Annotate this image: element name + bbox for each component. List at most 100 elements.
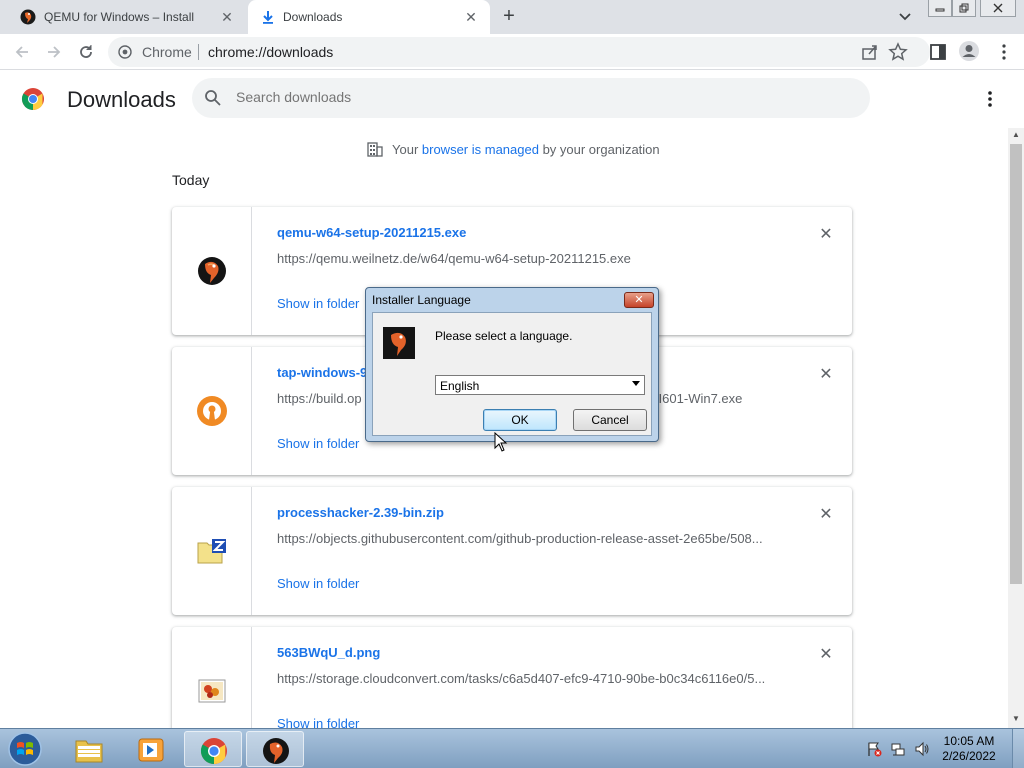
omnibox-url[interactable]: chrome://downloads <box>208 44 333 60</box>
zip-folder-icon <box>197 539 226 564</box>
cancel-button[interactable]: Cancel <box>573 409 647 431</box>
qemu-favicon-icon <box>20 9 36 25</box>
file-icon-column <box>172 627 252 728</box>
tab-qemu[interactable]: QEMU for Windows – Installers ( ✕ <box>0 0 246 34</box>
scrollbar-thumb[interactable] <box>1010 144 1022 584</box>
scroll-down-arrow-icon[interactable]: ▼ <box>1012 714 1020 723</box>
qemu-icon <box>263 738 289 764</box>
clock-date: 2/26/2022 <box>942 749 996 763</box>
show-in-folder-link[interactable]: Show in folder <box>277 716 359 728</box>
show-in-folder-link[interactable]: Show in folder <box>277 436 359 451</box>
minimize-button[interactable] <box>928 0 952 17</box>
managed-prefix: Your <box>392 141 422 157</box>
chrome-icon <box>200 738 227 765</box>
explorer-icon <box>75 740 103 763</box>
download-url-tail: 2-I601-Win7.exe <box>647 391 743 406</box>
clock-time: 10:05 AM <box>943 734 995 748</box>
dialog-title: Installer Language <box>372 293 471 307</box>
search-box[interactable] <box>192 78 870 118</box>
tab-search-chevron-icon[interactable] <box>896 10 914 24</box>
bookmark-star-icon[interactable] <box>888 42 908 62</box>
download-item: 563BWqU_d.png https://storage.cloudconve… <box>172 627 852 728</box>
window-close-button[interactable] <box>980 0 1016 17</box>
tab-title: Downloads <box>283 10 343 24</box>
tab-downloads[interactable]: Downloads ✕ <box>248 0 490 34</box>
page-title: Downloads <box>67 87 176 112</box>
action-center-flag-icon[interactable] <box>866 741 882 757</box>
close-icon <box>993 3 1003 13</box>
download-item: processhacker-2.39-bin.zip https://objec… <box>172 487 852 615</box>
new-tab-button[interactable]: + <box>498 6 520 28</box>
installer-language-dialog: Installer Language ✕ Please select a lan… <box>365 287 659 442</box>
dialog-message: Please select a language. <box>435 329 573 343</box>
show-in-folder-link[interactable]: Show in folder <box>277 296 359 311</box>
tab-close-icon[interactable]: ✕ <box>218 8 236 26</box>
tab-strip: QEMU for Windows – Installers ( ✕ Downlo… <box>0 0 1024 34</box>
tab-close-icon[interactable]: ✕ <box>462 8 480 26</box>
system-clock[interactable]: 10:05 AM 2/26/2022 <box>934 734 1004 764</box>
download-filename-link[interactable]: 563BWqU_d.png <box>277 645 380 660</box>
menu-kebab-icon[interactable] <box>994 42 1014 62</box>
side-panel-icon[interactable] <box>928 42 948 62</box>
qemu-icon <box>198 257 226 285</box>
search-input[interactable] <box>236 89 836 105</box>
date-section-label: Today <box>172 172 210 188</box>
ok-button[interactable]: OK <box>483 409 557 431</box>
file-icon-column <box>172 487 252 615</box>
dialog-close-button[interactable]: ✕ <box>624 292 654 308</box>
chrome-logo-icon <box>22 88 44 110</box>
browser-toolbar: Chrome chrome://downloads <box>0 34 1024 70</box>
download-icon <box>263 11 273 24</box>
managed-link[interactable]: browser is managed <box>422 142 539 157</box>
page-scrollbar[interactable]: ▲ ▼ <box>1008 128 1024 728</box>
forward-arrow-icon[interactable] <box>44 42 64 62</box>
windows-taskbar: 10:05 AM 2/26/2022 <box>0 728 1024 768</box>
remove-download-close-icon[interactable]: ✕ <box>816 225 836 245</box>
downloads-menu-kebab-icon[interactable] <box>980 89 1000 109</box>
download-filename-link[interactable]: tap-windows-9. <box>277 365 371 380</box>
network-icon[interactable] <box>890 741 906 757</box>
restore-button[interactable] <box>952 0 976 17</box>
download-url[interactable]: https://storage.cloudconvert.com/tasks/c… <box>277 671 777 686</box>
address-bar[interactable]: Chrome chrome://downloads <box>108 37 930 67</box>
remove-download-close-icon[interactable]: ✕ <box>816 645 836 665</box>
omnibox-divider <box>198 44 199 60</box>
chrome-site-icon <box>118 45 132 59</box>
show-desktop-button[interactable] <box>1012 729 1024 768</box>
downloads-header: Downloads <box>0 71 1024 127</box>
dialog-body: Please select a language. English OK Can… <box>372 312 652 436</box>
media-player-icon <box>138 738 164 762</box>
share-icon[interactable] <box>860 42 880 62</box>
omnibox-scheme-label: Chrome <box>142 44 192 60</box>
file-icon-column <box>172 347 252 475</box>
managed-notice: Your browser is managed by your organiza… <box>366 140 660 158</box>
tab-title: QEMU for Windows – Installers ( <box>44 10 194 24</box>
taskbar-chrome[interactable] <box>184 731 242 767</box>
download-filename-link[interactable]: qemu-w64-setup-20211215.exe <box>277 225 466 240</box>
remove-download-close-icon[interactable]: ✕ <box>816 365 836 385</box>
start-button-windows-icon[interactable] <box>6 731 44 767</box>
search-icon <box>205 90 221 106</box>
reload-icon[interactable] <box>76 42 96 62</box>
language-select[interactable]: English <box>435 375 645 395</box>
qemu-installer-icon <box>383 327 415 359</box>
scroll-up-arrow-icon[interactable]: ▲ <box>1012 130 1020 139</box>
download-url[interactable]: https://objects.githubusercontent.com/gi… <box>277 531 777 546</box>
show-in-folder-link[interactable]: Show in folder <box>277 576 359 591</box>
remove-download-close-icon[interactable]: ✕ <box>816 505 836 525</box>
taskbar-media-player[interactable] <box>122 731 180 767</box>
file-icon-column <box>172 207 252 335</box>
restore-icon <box>959 3 969 13</box>
openvpn-icon <box>197 396 227 426</box>
taskbar-qemu-installer[interactable] <box>246 731 304 767</box>
image-file-icon <box>198 679 226 703</box>
managed-suffix: by your organization <box>538 141 660 157</box>
volume-speaker-icon[interactable] <box>914 741 930 757</box>
profile-avatar-icon[interactable] <box>958 40 980 62</box>
download-filename-link[interactable]: processhacker-2.39-bin.zip <box>277 505 444 520</box>
minimize-icon <box>935 8 945 12</box>
building-icon <box>367 142 383 157</box>
taskbar-explorer[interactable] <box>60 731 118 767</box>
back-arrow-icon[interactable] <box>12 42 32 62</box>
download-url[interactable]: https://qemu.weilnetz.de/w64/qemu-w64-se… <box>277 251 777 266</box>
